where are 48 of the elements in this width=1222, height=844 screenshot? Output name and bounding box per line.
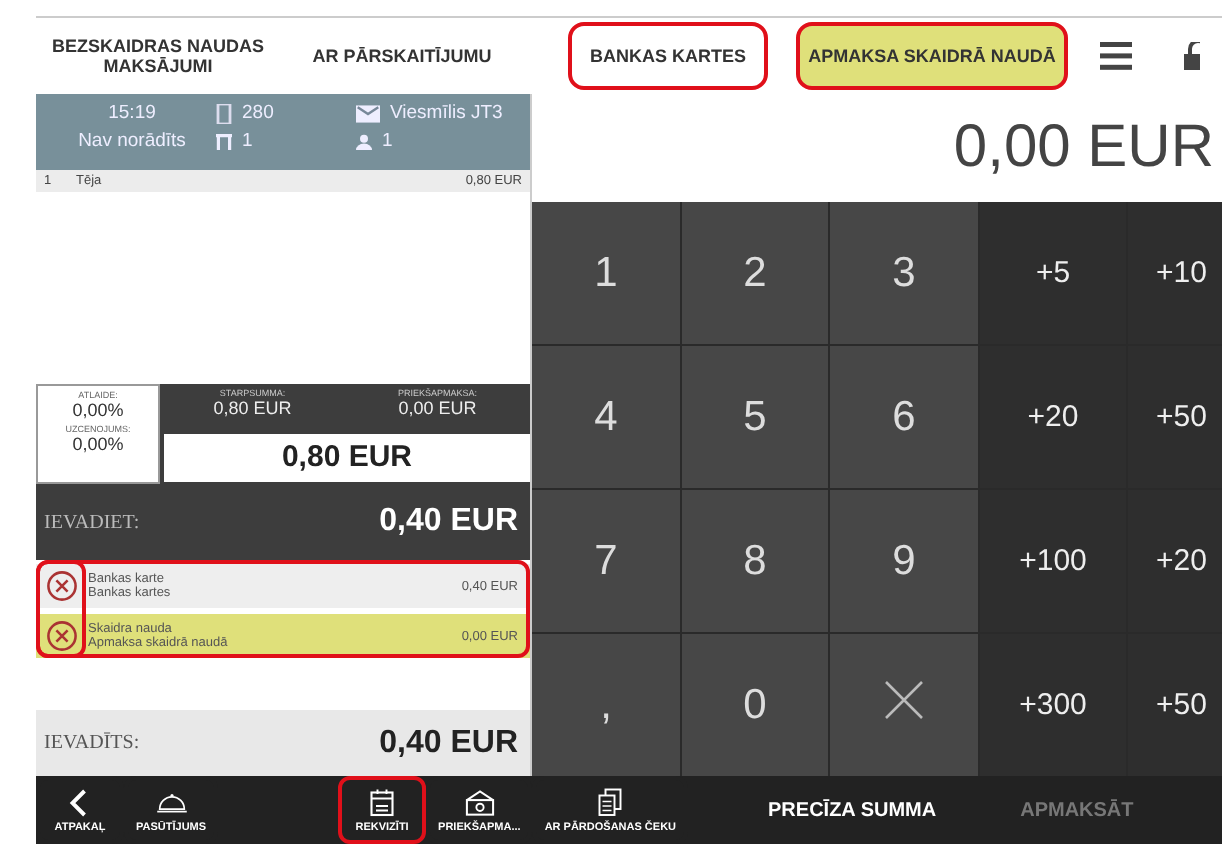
markup-value: 0,00% bbox=[72, 434, 124, 455]
quick-amount-key[interactable]: +50 bbox=[1128, 346, 1222, 488]
prepayment-value: 0,00 EUR bbox=[398, 398, 477, 419]
person-icon bbox=[356, 131, 372, 151]
remove-icon[interactable] bbox=[46, 620, 78, 653]
keypad-key[interactable]: 5 bbox=[682, 346, 828, 488]
keypad-key[interactable]: 2 bbox=[682, 202, 828, 344]
time-text: 15:19 bbox=[108, 102, 156, 124]
quick-amount-key[interactable]: +20 bbox=[980, 346, 1126, 488]
cash-register-icon bbox=[463, 787, 496, 817]
keypad-key[interactable]: 9 bbox=[830, 490, 978, 632]
remove-icon[interactable] bbox=[46, 570, 78, 603]
quick-amount-key[interactable]: +10 bbox=[1128, 202, 1222, 344]
table-number: 1 bbox=[242, 130, 253, 152]
keypad-key[interactable]: 8 bbox=[682, 490, 828, 632]
waiter-text: Viesmīlis JT3 bbox=[390, 102, 503, 124]
subtotal-value: 0,80 EUR bbox=[213, 398, 292, 419]
entered-amount: 0,40 EUR bbox=[379, 725, 518, 762]
envelope-icon bbox=[356, 103, 380, 123]
enter-amount: 0,40 EUR bbox=[379, 504, 518, 541]
calendar-icon bbox=[366, 787, 399, 817]
receipt-number: 280 bbox=[242, 102, 274, 124]
quick-amount-key[interactable]: +50 bbox=[1128, 634, 1222, 776]
keypad-key[interactable]: 6 bbox=[830, 346, 978, 488]
keypad-key[interactable]: 0 bbox=[682, 634, 828, 776]
receipt-icon bbox=[216, 103, 232, 123]
lock-icon[interactable] bbox=[1184, 42, 1200, 70]
guest-count: 1 bbox=[382, 130, 393, 152]
keypad-key[interactable]: 3 bbox=[830, 202, 978, 344]
documents-icon bbox=[594, 787, 627, 817]
table-icon bbox=[216, 131, 232, 151]
payment-type-tab[interactable]: BANKAS KARTES bbox=[568, 22, 768, 90]
menu-icon[interactable] bbox=[1100, 42, 1132, 70]
payment-type-tab[interactable]: APMAKSA SKAIDRĀ NAUDĀ bbox=[796, 22, 1068, 90]
keypad-key[interactable]: 1 bbox=[532, 202, 680, 344]
discount-value: 0,00% bbox=[72, 400, 124, 421]
keypad-key[interactable]: , bbox=[532, 634, 680, 776]
enter-label: IEVADIET: bbox=[44, 511, 140, 534]
quick-amount-key[interactable]: +20 bbox=[1128, 490, 1222, 632]
total-amount: 0,80 EUR bbox=[164, 434, 530, 483]
quick-amount-key[interactable]: +5 bbox=[980, 202, 1126, 344]
entered-label: IEVADĪTS: bbox=[44, 732, 140, 755]
quick-amount-key[interactable]: +100 bbox=[980, 490, 1126, 632]
keypad-key[interactable]: 7 bbox=[532, 490, 680, 632]
client-text: Nav norādīts bbox=[78, 130, 186, 152]
quick-amount-key[interactable]: +300 bbox=[980, 634, 1126, 776]
keypad-key[interactable]: 4 bbox=[532, 346, 680, 488]
close-icon bbox=[884, 679, 924, 719]
